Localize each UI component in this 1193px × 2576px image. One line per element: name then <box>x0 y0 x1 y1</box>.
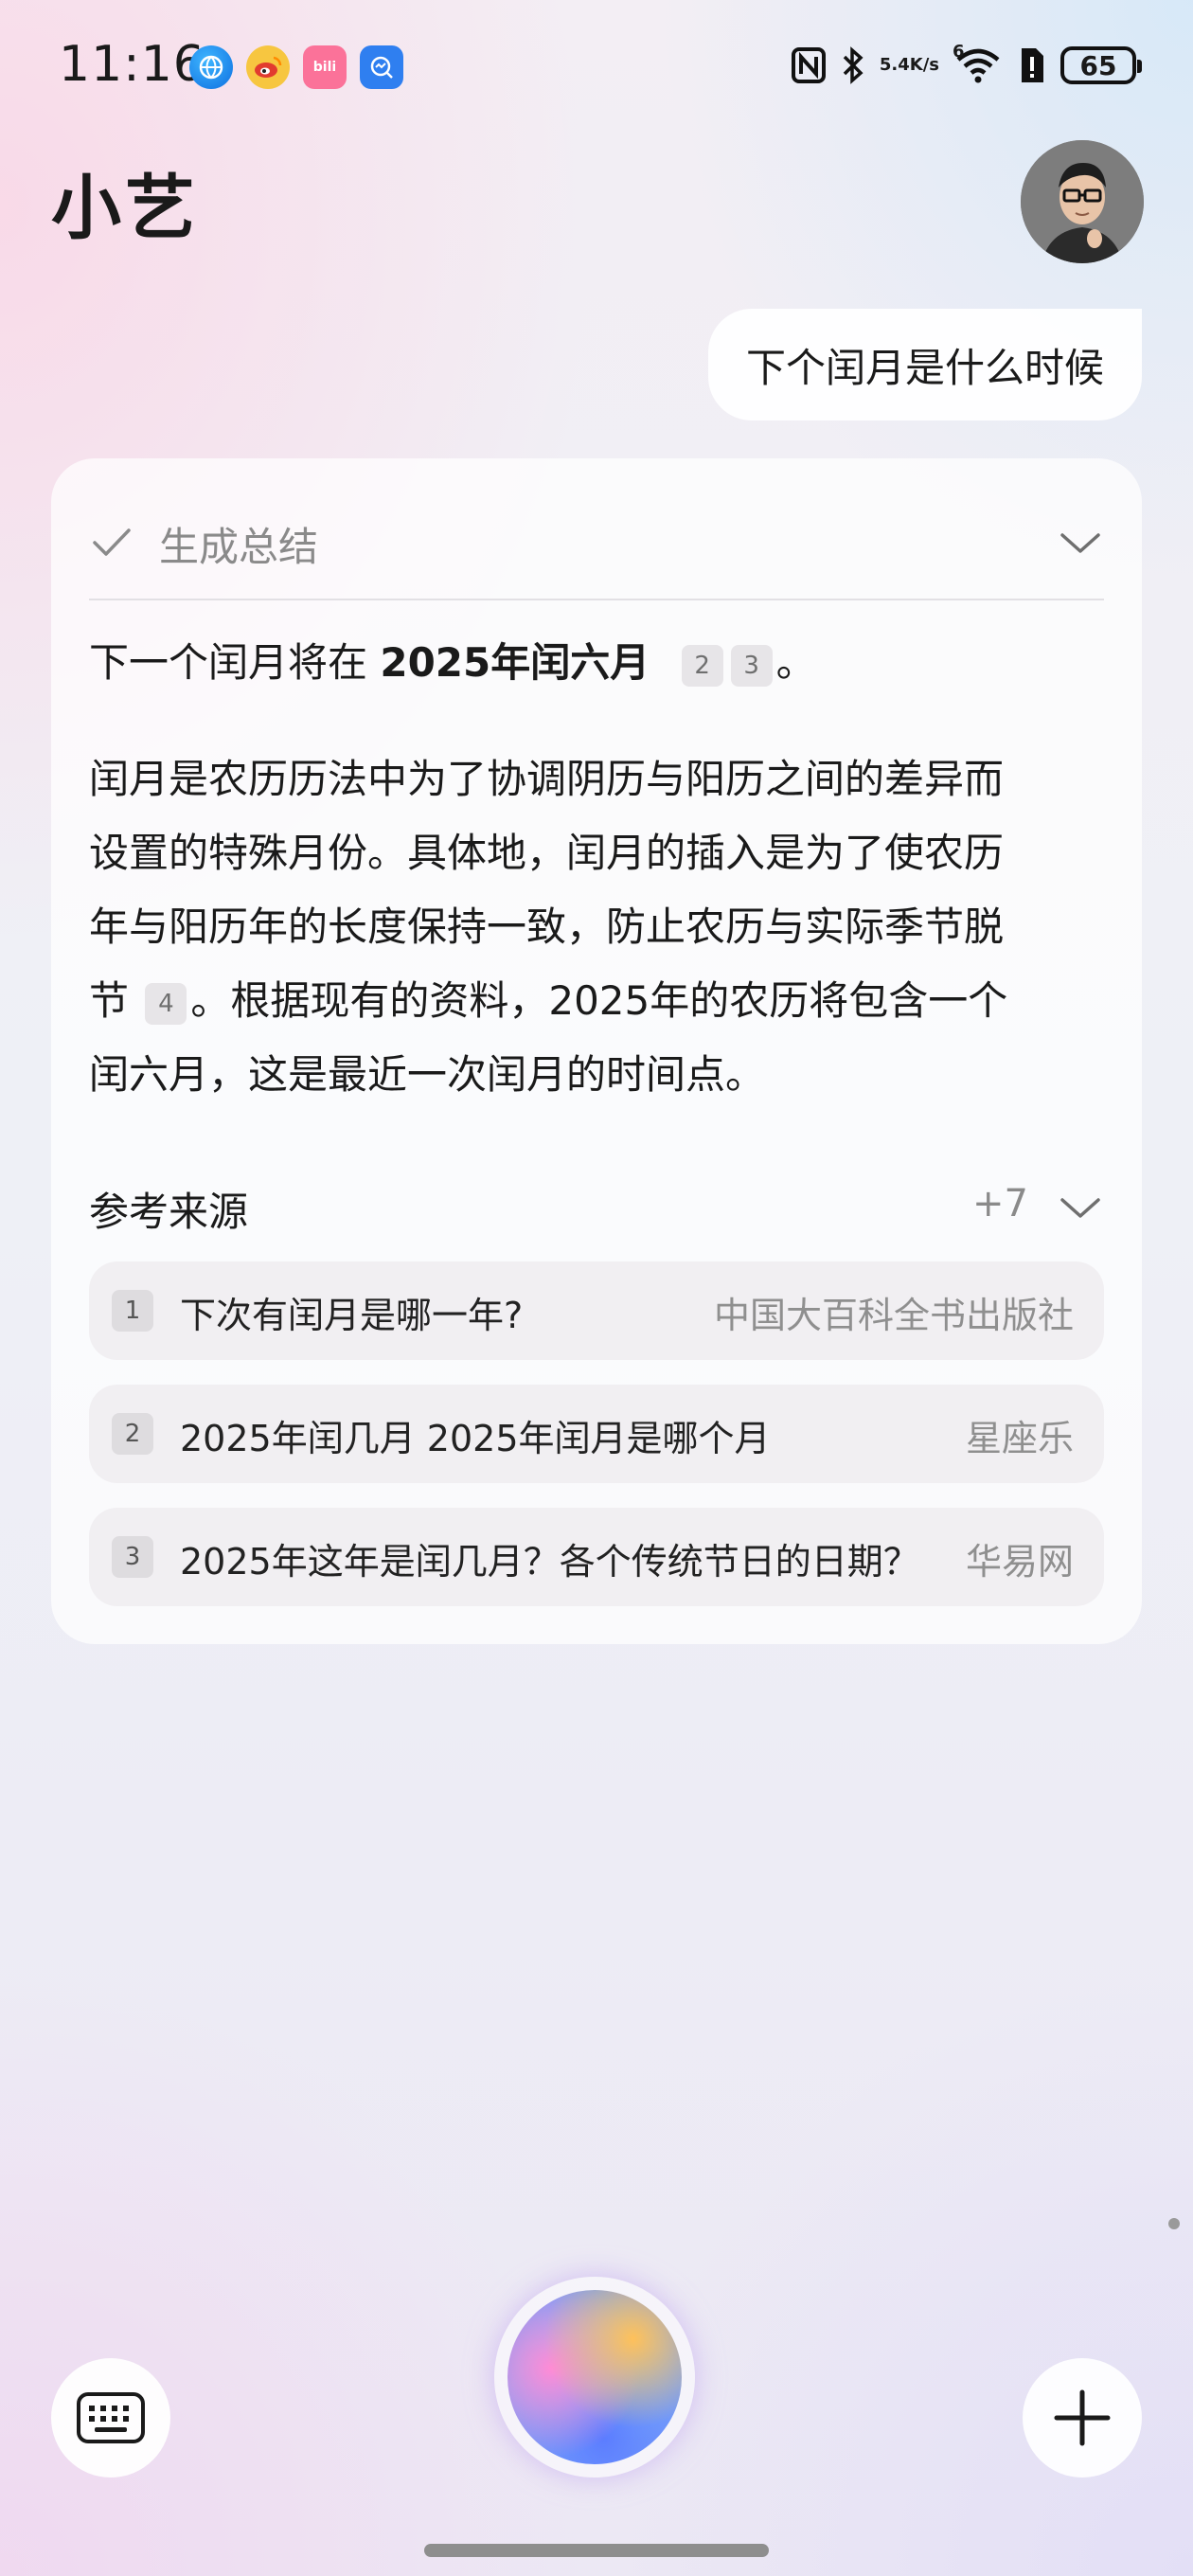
alert-sim-icon <box>1017 42 1045 89</box>
reference-title: 下次有闰月是哪一年? <box>180 1295 524 1336</box>
system-status-icons: 5.4 K/s 6 65 <box>791 42 1142 89</box>
bilibili-icon: bili <box>303 45 347 89</box>
status-bar: 11:16 bili 5.4 K/s 6 65 <box>0 0 1193 133</box>
weibo-icon <box>246 45 290 89</box>
battery-indicator: 65 <box>1060 46 1142 84</box>
references-more-count: +7 <box>972 1182 1028 1225</box>
check-icon <box>93 528 131 556</box>
answer-body-text: 。根据现有的资料，2025年的农历将包含一个 <box>190 977 1008 1024</box>
summary-toggle[interactable]: 生成总结 <box>89 506 1104 581</box>
reference-item[interactable]: 2 2025年闰几月 2025年闰月是哪个月 星座乐 <box>89 1385 1104 1483</box>
chevron-down-icon[interactable] <box>1057 1184 1104 1231</box>
answer-body-line: 闰月是农历历法中为了协调阴历与阳历之间的差异而 <box>89 756 1005 802</box>
reference-source: 星座乐 <box>965 1418 1074 1459</box>
reference-number: 2 <box>112 1413 153 1455</box>
answer-body-line: 年与阳历年的长度保持一致，防止农历与实际季节脱 <box>89 903 1005 950</box>
chevron-down-icon[interactable] <box>1057 519 1104 566</box>
plus-icon <box>1054 2389 1111 2446</box>
browser-icon <box>189 45 233 89</box>
reference-item[interactable]: 3 2025年这年是闰几月？各个传统节日的日期？ 华易网 <box>89 1508 1104 1606</box>
scroll-indicator-dot <box>1168 2218 1180 2229</box>
message-icon <box>360 45 403 89</box>
network-speed-value: 5.4 <box>879 55 910 75</box>
bluetooth-icon <box>842 42 864 89</box>
reference-title: 2025年闰几月 2025年闰月是哪个月 <box>180 1418 771 1459</box>
keyboard-button[interactable] <box>51 2358 170 2478</box>
reference-source: 中国大百科全书出版社 <box>713 1295 1074 1336</box>
answer-body-line: 节 4 。根据现有的资料，2025年的农历将包含一个 <box>89 964 1117 1038</box>
reference-title: 2025年这年是闰几月？各个传统节日的日期？ <box>180 1541 919 1583</box>
home-indicator[interactable] <box>424 2544 769 2557</box>
reference-item[interactable]: 1 下次有闰月是哪一年? 中国大百科全书出版社 <box>89 1261 1104 1360</box>
references-title: 参考来源 <box>89 1189 249 1235</box>
answer-card: 生成总结 下一个闰月将在 2025年闰六月 2 3。 闰月是农历历法中为了协调阴历… <box>51 458 1142 1644</box>
keyboard-icon <box>77 2392 145 2443</box>
reference-number: 3 <box>112 1536 153 1578</box>
user-message-bubble[interactable]: 下个闰月是什么时候 <box>707 309 1142 420</box>
reference-number: 1 <box>112 1290 153 1332</box>
wifi-generation-label: 6 <box>953 42 965 62</box>
add-button[interactable] <box>1023 2358 1142 2478</box>
reference-source: 华易网 <box>965 1541 1074 1583</box>
answer-lead: 下一个闰月将在 2025年闰六月 2 3。 <box>89 625 1112 701</box>
answer-lead-text: 下一个闰月将在 <box>89 639 381 686</box>
references-header[interactable]: 参考来源 +7 <box>89 1174 1104 1235</box>
answer-lead-highlight: 2025年闰六月 <box>380 639 650 686</box>
answer-body: 闰月是农历历法中为了协调阴历与阳历之间的差异而 设置的特殊月份。具体地，闰月的插… <box>89 742 1117 1112</box>
network-speed-unit: K/s <box>909 55 939 75</box>
answer-body-text: 节 <box>89 977 142 1024</box>
citation-badge[interactable]: 2 <box>681 644 723 687</box>
summary-label: 生成总结 <box>159 524 319 570</box>
avatar[interactable] <box>1021 140 1144 263</box>
voice-assistant-orb[interactable] <box>507 2290 682 2464</box>
citation-badge[interactable]: 4 <box>145 982 187 1025</box>
page-title: 小艺 <box>51 168 199 249</box>
nfc-icon <box>791 42 827 89</box>
status-time: 11:16 <box>59 36 205 93</box>
divider <box>89 599 1104 600</box>
wifi-icon: 6 <box>953 42 1002 89</box>
answer-body-line: 闰六月，这是最近一次闰月的时间点。 <box>89 1051 766 1098</box>
citation-badge[interactable]: 3 <box>730 644 773 687</box>
battery-level: 65 <box>1079 49 1117 81</box>
answer-lead-suffix: 。 <box>775 639 816 686</box>
notification-app-icons: bili <box>189 45 403 89</box>
answer-body-line: 设置的特殊月份。具体地，闰月的插入是为了使农历 <box>89 830 1005 876</box>
network-speed: 5.4 K/s <box>880 42 939 89</box>
